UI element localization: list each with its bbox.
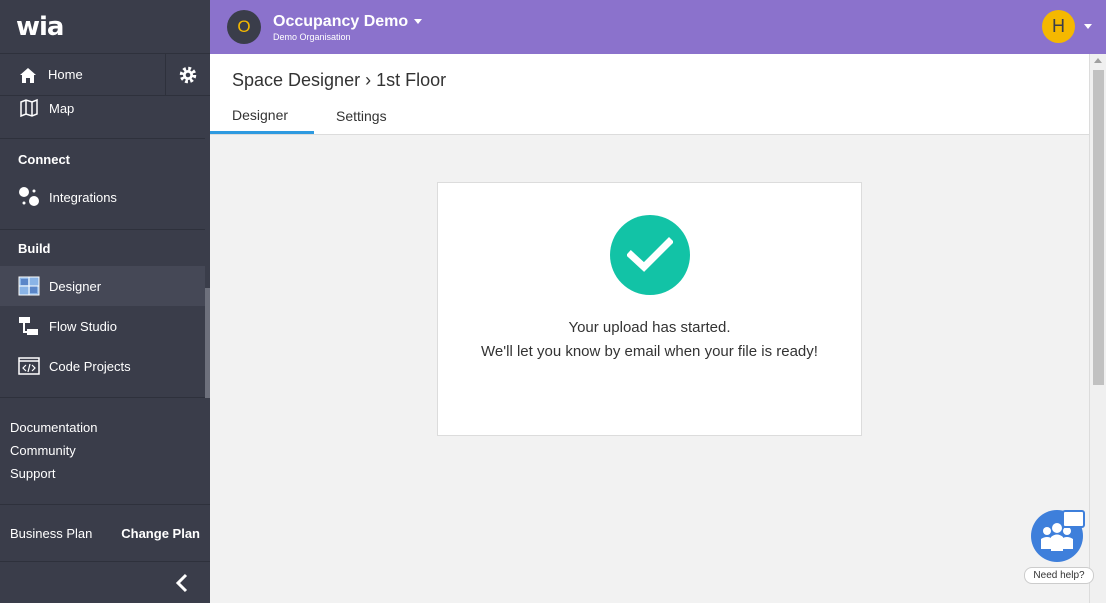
sidebar-item-designer[interactable]: Designer [0, 266, 205, 306]
caret-down-icon [1084, 24, 1092, 29]
gear-icon [177, 64, 199, 86]
upload-message: Your upload has started. We'll let you k… [438, 316, 861, 364]
sidebar-item-flow-studio[interactable]: Flow Studio [0, 306, 210, 346]
sidebar-item-label: Code Projects [49, 358, 131, 374]
sidebar: wia Home Map Connect Integrations Build [0, 0, 210, 603]
chevron-left-icon [175, 573, 189, 593]
link-community[interactable]: Community [10, 439, 210, 462]
sidebar-scrollbar[interactable] [205, 288, 210, 398]
home-icon [18, 65, 38, 85]
help-widget[interactable]: Need help? [1024, 506, 1094, 586]
map-icon [18, 97, 40, 119]
scrollbar-thumb[interactable] [1093, 70, 1104, 385]
org-name: Occupancy Demo [273, 12, 409, 30]
sidebar-item-label: Designer [49, 278, 102, 294]
tab-bar: Designer Settings [210, 98, 409, 134]
top-header: O Occupancy Demo Demo Organisation H [210, 0, 1106, 54]
tab-designer[interactable]: Designer [210, 98, 314, 134]
scroll-up-arrow-icon[interactable] [1094, 58, 1102, 63]
collapse-sidebar-button[interactable] [172, 568, 192, 598]
user-avatar: H [1042, 10, 1075, 43]
tab-settings[interactable]: Settings [314, 98, 409, 134]
sidebar-item-integrations[interactable]: Integrations [0, 177, 210, 217]
org-subtitle: Demo Organisation [273, 31, 351, 42]
checkmark-icon [609, 215, 690, 295]
integrations-icon [18, 186, 40, 208]
settings-gear-button[interactable] [166, 54, 210, 95]
sidebar-item-home[interactable]: Home [0, 54, 166, 95]
org-switcher[interactable]: Occupancy Demo Demo Organisation [273, 12, 423, 42]
sidebar-item-map[interactable]: Map [0, 95, 210, 121]
sidebar-item-label: Integrations [49, 189, 117, 205]
message-line-2: We'll let you know by email when your fi… [481, 343, 818, 360]
message-line-1: Your upload has started. [568, 319, 731, 336]
sidebar-item-code-projects[interactable]: Code Projects [0, 346, 210, 386]
wia-logo[interactable]: wia [0, 0, 210, 54]
flow-icon [18, 315, 40, 337]
change-plan-link[interactable]: Change Plan [121, 526, 200, 541]
upload-success-card: Your upload has started. We'll let you k… [437, 182, 862, 436]
help-label[interactable]: Need help? [1024, 567, 1094, 584]
breadcrumb: Space Designer › 1st Floor [232, 70, 447, 90]
designer-icon [18, 275, 40, 297]
link-documentation[interactable]: Documentation [10, 416, 210, 439]
sidebar-item-label: Home [48, 67, 83, 82]
user-menu[interactable]: H [1042, 10, 1092, 43]
org-avatar[interactable]: O [227, 10, 261, 44]
section-title-build: Build [18, 240, 51, 256]
code-icon [18, 355, 40, 377]
sidebar-item-label: Map [49, 100, 75, 116]
plan-name: Business Plan [10, 525, 93, 541]
sidebar-item-label: Flow Studio [49, 318, 117, 334]
caret-down-icon [414, 19, 423, 24]
plan-row: Business Plan Change Plan [0, 504, 210, 562]
content-header: Space Designer › 1st Floor Designer Sett… [210, 54, 1089, 135]
section-title-connect: Connect [18, 151, 70, 167]
link-support[interactable]: Support [10, 462, 210, 485]
chat-bubble-icon [1062, 510, 1085, 528]
